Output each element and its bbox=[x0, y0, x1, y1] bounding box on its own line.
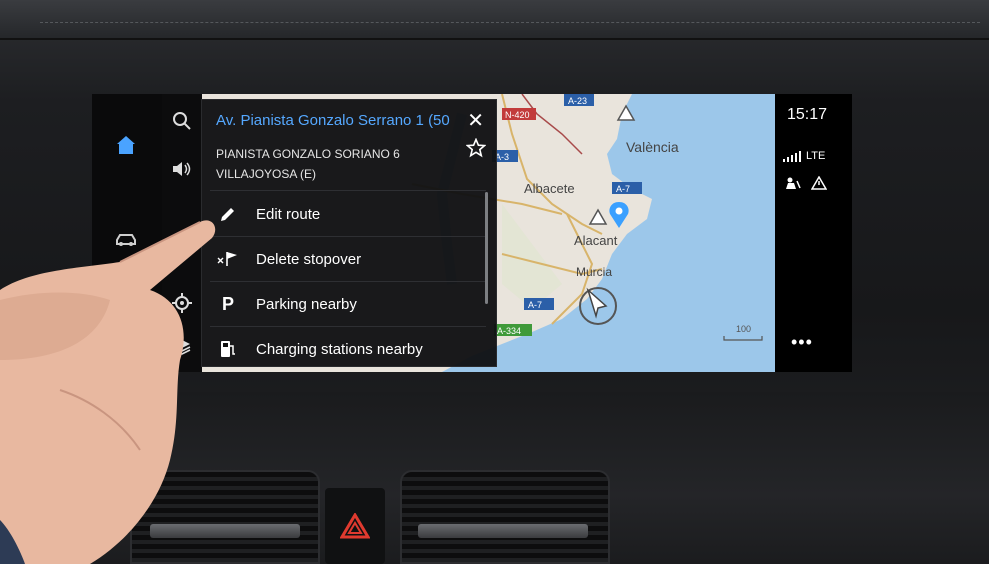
status-icons bbox=[785, 176, 827, 190]
delete-flag-icon bbox=[210, 250, 246, 268]
charging-stations-item[interactable]: Charging stations nearby bbox=[210, 327, 486, 371]
search-icon bbox=[173, 112, 191, 130]
more-options-button[interactable]: ••• bbox=[791, 332, 813, 353]
air-vent-right bbox=[400, 470, 610, 564]
vent-slider-right[interactable] bbox=[418, 524, 588, 538]
road-label-n-420: N-420 bbox=[502, 108, 536, 120]
divider bbox=[210, 190, 486, 191]
destination-title: Av. Pianista Gonzalo Serrano 1 (50 bbox=[216, 112, 450, 129]
close-button[interactable]: ✕ bbox=[467, 108, 484, 133]
voice-guidance-button[interactable] bbox=[162, 152, 202, 186]
crosshair-icon bbox=[172, 293, 192, 313]
address-line-2: VILLAJOYOSA (E) bbox=[216, 167, 317, 181]
pencil-icon bbox=[210, 205, 246, 223]
charging-stations-label: Charging stations nearby bbox=[256, 340, 423, 358]
map-layers-button[interactable] bbox=[162, 330, 202, 364]
vehicle-button[interactable] bbox=[106, 222, 146, 256]
delete-stopover-label: Delete stopover bbox=[256, 250, 362, 268]
destination-address: PIANISTA GONZALO SORIANO 6 VILLAJOYOSA (… bbox=[216, 144, 400, 184]
svg-text:A-7: A-7 bbox=[616, 184, 630, 194]
address-line-1: PIANISTA GONZALO SORIANO 6 bbox=[216, 147, 400, 161]
svg-text:A-23: A-23 bbox=[568, 96, 587, 106]
warning-triangle-icon bbox=[811, 176, 827, 190]
popup-scrollbar[interactable] bbox=[485, 192, 488, 304]
edit-route-label: Edit route bbox=[256, 205, 321, 223]
destination-popup: Av. Pianista Gonzalo Serrano 1 (50 ✕ PIA… bbox=[201, 99, 497, 367]
parking-nearby-label: Parking nearby bbox=[256, 295, 357, 313]
network-type: LTE bbox=[806, 150, 826, 162]
search-button[interactable] bbox=[162, 104, 202, 138]
main-nav-rail bbox=[92, 94, 162, 372]
city-label-murcia: Murcia bbox=[576, 265, 612, 279]
dashboard-top-trim bbox=[0, 0, 989, 40]
hazard-triangle-icon bbox=[340, 513, 370, 539]
road-label-a-23: A-23 bbox=[564, 94, 594, 106]
air-vent-left bbox=[130, 470, 320, 564]
car-icon bbox=[116, 234, 136, 246]
svg-text:N-420: N-420 bbox=[505, 110, 530, 120]
more-dots-icon: ••• bbox=[791, 332, 813, 352]
road-label-a-7-south: A-7 bbox=[524, 298, 554, 310]
driver-assist-icon bbox=[786, 177, 801, 189]
current-position-icon bbox=[579, 287, 617, 325]
road-label-a-334: A-334 bbox=[494, 324, 532, 336]
delete-stopover-item[interactable]: Delete stopover bbox=[210, 237, 486, 281]
edit-route-item[interactable]: Edit route bbox=[210, 192, 486, 236]
map-controls-rail bbox=[162, 94, 202, 372]
layers-icon bbox=[173, 340, 191, 355]
status-bar: 15:17 LTE ••• bbox=[775, 94, 852, 372]
recenter-button[interactable] bbox=[162, 286, 202, 320]
parking-icon: P bbox=[221, 293, 234, 314]
city-label-valencia: València bbox=[626, 139, 679, 155]
network-status: LTE bbox=[783, 150, 825, 162]
favorite-button[interactable] bbox=[465, 137, 487, 163]
svg-text:A-3: A-3 bbox=[495, 152, 509, 162]
charging-station-icon bbox=[210, 339, 246, 359]
city-label-albacete: Albacete bbox=[524, 181, 575, 196]
clock: 15:17 bbox=[787, 106, 828, 123]
dashboard-stitching bbox=[40, 22, 980, 23]
signal-strength-icon bbox=[783, 151, 801, 162]
home-icon bbox=[117, 136, 135, 154]
close-icon: ✕ bbox=[467, 110, 484, 132]
vent-slider-left[interactable] bbox=[150, 524, 300, 538]
svg-text:A-334: A-334 bbox=[497, 326, 521, 336]
hazard-button[interactable] bbox=[325, 488, 385, 564]
parking-nearby-item[interactable]: P Parking nearby bbox=[210, 282, 486, 326]
star-icon bbox=[465, 137, 487, 158]
svg-text:100: 100 bbox=[736, 324, 751, 334]
home-button[interactable] bbox=[106, 128, 146, 162]
road-label-a-7: A-7 bbox=[612, 182, 642, 194]
map-scale: 100 bbox=[723, 324, 763, 341]
svg-text:A-7: A-7 bbox=[528, 300, 542, 310]
city-label-alacant: Alacant bbox=[574, 233, 618, 248]
speaker-icon bbox=[173, 162, 191, 176]
